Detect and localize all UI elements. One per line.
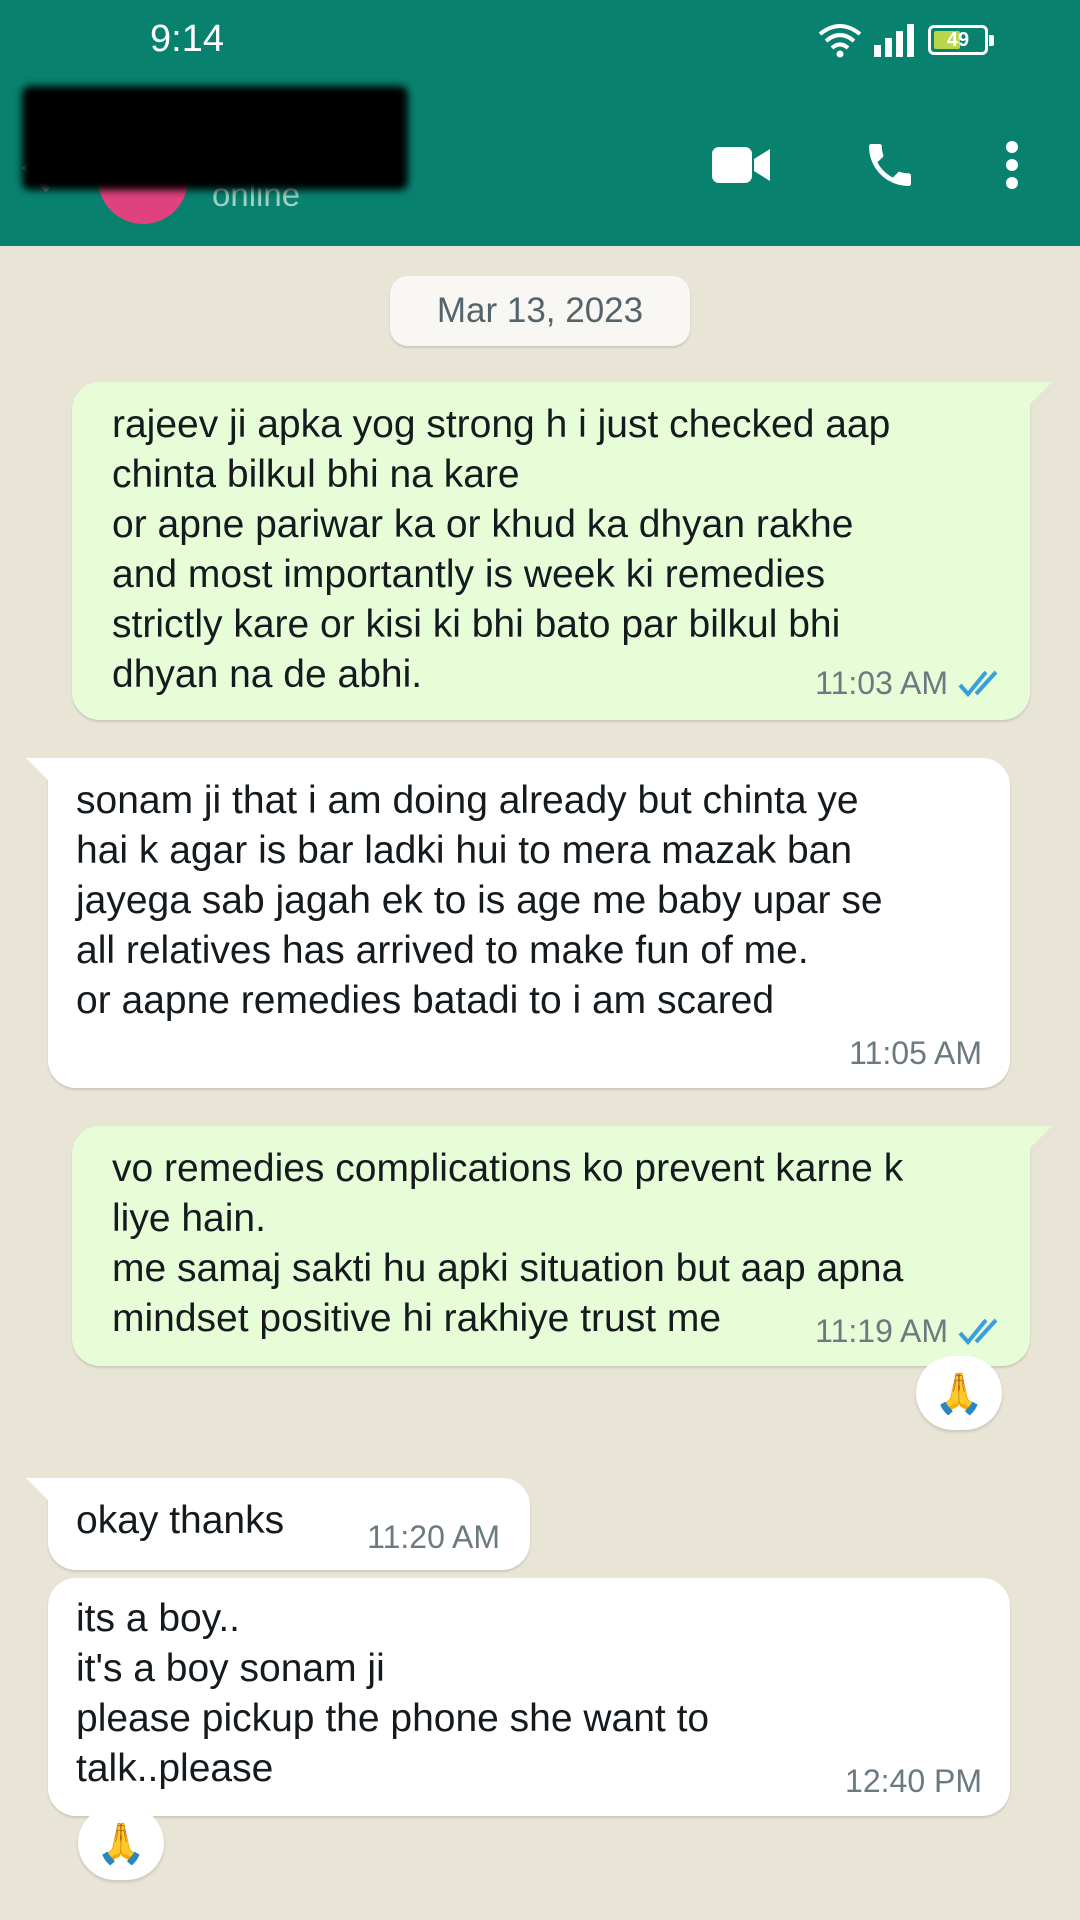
message-bubble-incoming[interactable]: sonam ji that i am doing already but chi… — [26, 758, 1010, 1088]
message-text: sonam ji that i am doing already but chi… — [76, 779, 883, 1022]
message-bubble-incoming[interactable]: its a boy.. it's a boy sonam ji please p… — [48, 1578, 1010, 1816]
battery-level: 49 — [946, 29, 970, 51]
reaction-badge[interactable]: 🙏 — [78, 1806, 164, 1880]
message-bubble-outgoing[interactable]: rajeev ji apka yog strong h i just check… — [72, 382, 1052, 720]
double-check-icon — [958, 1318, 998, 1346]
message-time: 11:19 AM — [815, 1313, 948, 1349]
more-options-button[interactable] — [996, 130, 1028, 200]
message-time: 11:05 AM — [849, 1035, 982, 1071]
wifi-icon — [818, 24, 862, 58]
message-bubble-incoming[interactable]: okay thanks 11:20 AM — [26, 1478, 530, 1570]
message-time: 12:40 PM — [845, 1763, 982, 1799]
video-call-icon — [712, 147, 770, 183]
reaction-badge[interactable]: 🙏 — [916, 1356, 1002, 1430]
redacted-contact-name — [22, 86, 408, 190]
message-bubble-outgoing[interactable]: vo remedies complications ko prevent kar… — [72, 1126, 1052, 1366]
video-call-button[interactable] — [710, 130, 774, 200]
message-time: 11:20 AM — [367, 1519, 500, 1555]
status-time: 9:14 — [150, 18, 224, 60]
message-time: 11:03 AM — [815, 665, 948, 701]
status-icons: 49 — [818, 20, 994, 60]
more-vert-icon — [1006, 141, 1018, 189]
chat-header: 9:14 49 online — [0, 0, 1080, 246]
battery-icon: 49 — [928, 25, 994, 55]
folded-hands-emoji: 🙏 — [934, 1371, 984, 1416]
phone-icon — [869, 144, 911, 186]
message-text: rajeev ji apka yog strong h i just check… — [112, 403, 891, 696]
voice-call-button[interactable] — [858, 130, 922, 200]
signal-icon — [874, 24, 914, 57]
folded-hands-emoji: 🙏 — [96, 1821, 146, 1866]
date-chip: Mar 13, 2023 — [390, 276, 690, 346]
double-check-icon — [958, 670, 998, 698]
